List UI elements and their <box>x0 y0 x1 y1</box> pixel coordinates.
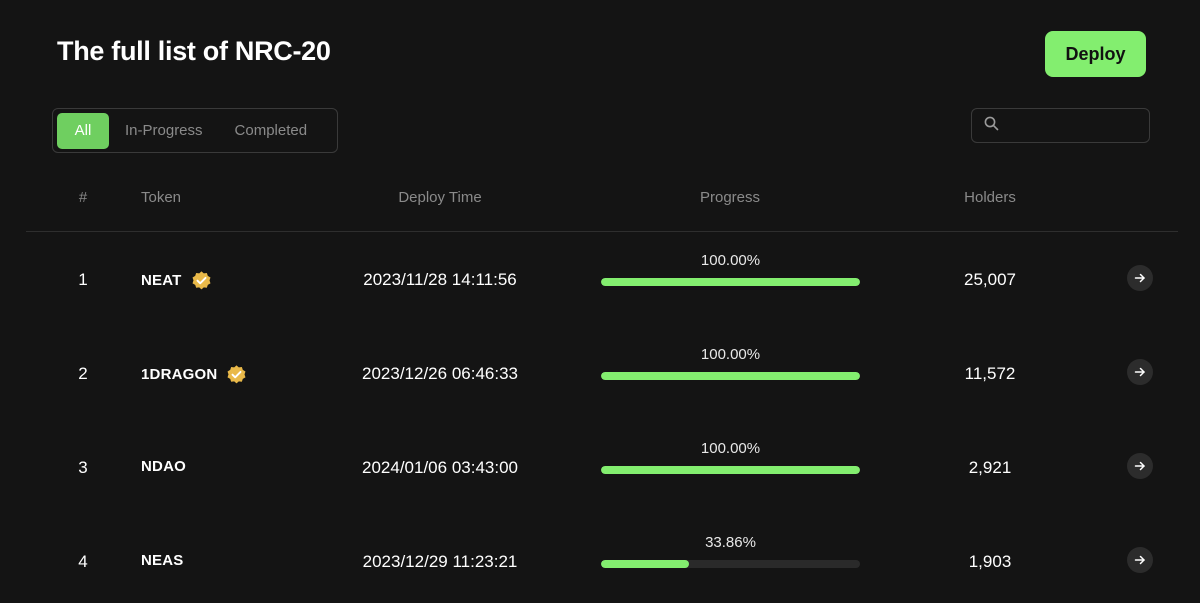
arrow-right-icon <box>1134 555 1145 565</box>
page-title: The full list of NRC-20 <box>57 36 331 66</box>
deploy-time: 2023/12/26 06:46:33 <box>362 364 518 383</box>
row-detail-button[interactable] <box>1127 547 1153 573</box>
row-detail-button[interactable] <box>1127 359 1153 385</box>
tab-in-progress[interactable]: In-Progress <box>109 113 219 149</box>
header-divider <box>26 231 1178 232</box>
token-name[interactable]: NDAO <box>141 458 186 475</box>
progress: 33.86% <box>601 534 860 568</box>
deploy-time: 2023/12/29 11:23:21 <box>362 552 518 571</box>
progress-fill <box>601 278 860 286</box>
progress-fill <box>601 560 689 568</box>
column-header-deploy-time: Deploy Time <box>398 189 482 206</box>
search-input[interactable] <box>1007 117 1137 134</box>
table-row-1[interactable]: 1 NEAT 2023/11/28 14:11:56 100.00% 25,00… <box>0 233 1200 327</box>
search-icon <box>984 116 999 136</box>
verified-badge-icon <box>192 271 211 290</box>
holders-count: 25,007 <box>964 270 1016 289</box>
deploy-button[interactable]: Deploy <box>1045 31 1146 77</box>
row-index: 2 <box>78 364 88 383</box>
token-name[interactable]: 1DRAGON <box>141 364 247 385</box>
arrow-right-icon <box>1134 273 1145 283</box>
token-name[interactable]: NEAT <box>141 270 212 291</box>
table-row-2[interactable]: 2 1DRAGON 2023/12/26 06:46:33 100.00% 11… <box>0 327 1200 421</box>
column-header-index: # <box>78 189 88 206</box>
holders-count: 11,572 <box>964 364 1016 383</box>
row-index: 1 <box>78 270 88 289</box>
progress-track <box>601 372 860 380</box>
deploy-time: 2023/11/28 14:11:56 <box>363 270 517 289</box>
token-name[interactable]: NEAS <box>141 552 183 569</box>
holders-count: 2,921 <box>968 458 1012 477</box>
deploy-time: 2024/01/06 03:43:00 <box>362 458 518 477</box>
progress: 100.00% <box>601 252 860 286</box>
progress-label: 33.86% <box>705 534 756 551</box>
arrow-right-icon <box>1134 367 1145 377</box>
token-label: NEAS <box>141 552 184 569</box>
filter-tabs: All In-Progress Completed <box>52 108 338 153</box>
row-index: 4 <box>78 552 88 571</box>
progress-fill <box>601 372 860 380</box>
verified-badge-icon <box>227 365 246 384</box>
holders-count: 1,903 <box>968 552 1012 571</box>
row-detail-button[interactable] <box>1127 453 1153 479</box>
progress-track <box>601 466 860 474</box>
column-header-progress: Progress <box>699 189 761 206</box>
row-index: 3 <box>78 458 88 477</box>
row-detail-button[interactable] <box>1127 265 1153 291</box>
progress-track <box>601 278 860 286</box>
token-label: 1DRAGON <box>141 366 218 383</box>
column-header-token: Token <box>140 189 182 206</box>
progress-label: 100.00% <box>700 252 761 269</box>
progress-fill <box>601 466 860 474</box>
column-header-holders: Holders <box>964 189 1016 206</box>
progress-track <box>601 560 860 568</box>
token-label: NDAO <box>141 458 186 475</box>
token-label: NEAT <box>141 272 182 289</box>
progress-label: 100.00% <box>700 346 761 363</box>
table-row-4[interactable]: 4 NEAS 2023/12/29 11:23:21 33.86% 1,903 <box>0 515 1200 603</box>
tab-completed[interactable]: Completed <box>219 113 324 149</box>
tab-all[interactable]: All <box>57 112 109 149</box>
progress: 100.00% <box>601 440 860 474</box>
progress: 100.00% <box>601 346 860 380</box>
table-row-3[interactable]: 3 NDAO 2024/01/06 03:43:00 100.00% 2,921 <box>0 421 1200 515</box>
progress-label: 100.00% <box>700 440 761 457</box>
search-box[interactable] <box>971 108 1150 143</box>
arrow-right-icon <box>1134 461 1145 471</box>
table-header: # Token Deploy Time Progress Holders <box>26 180 1178 216</box>
